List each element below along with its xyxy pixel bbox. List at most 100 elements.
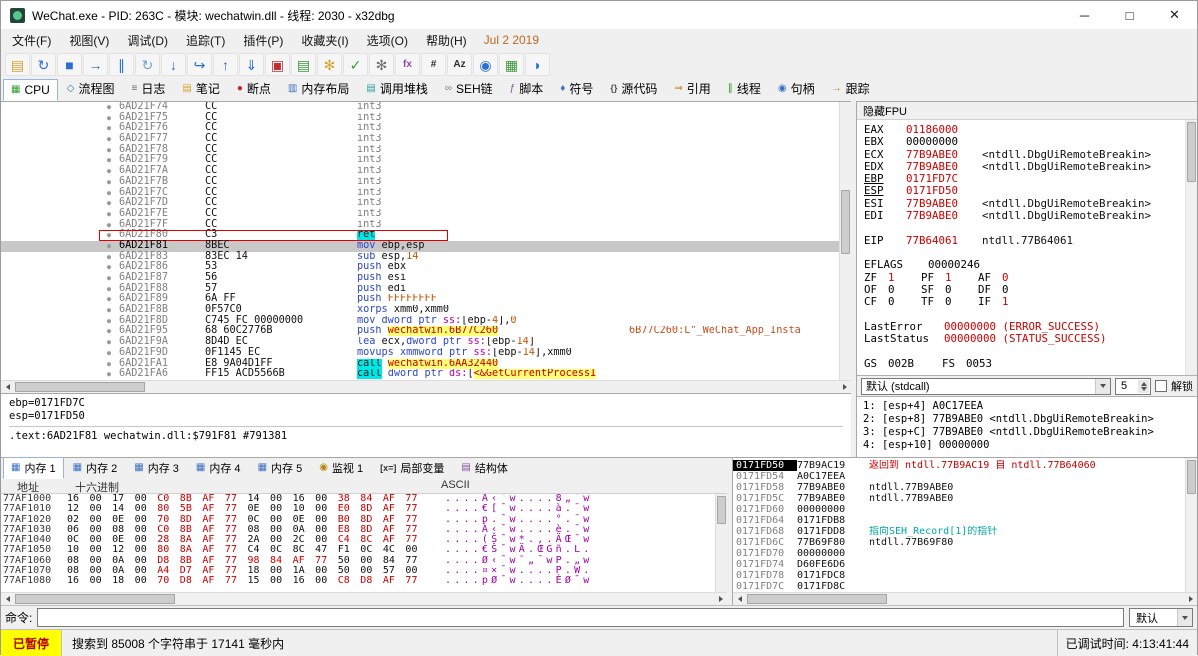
eflags-row[interactable]: EFLAGS00000246 xyxy=(864,259,1181,271)
tab-breakpoints[interactable]: ●断点 xyxy=(229,76,279,101)
scroll-right-icon[interactable] xyxy=(1184,593,1197,605)
dump-hscroll-thumb[interactable] xyxy=(15,594,175,604)
spinner-arrows-icon[interactable] xyxy=(1138,380,1149,393)
menu-item[interactable]: 帮助(H) xyxy=(417,29,476,52)
flags-row[interactable]: CF0TF0IF1 xyxy=(864,296,1181,308)
tab-threads[interactable]: ∥线程 xyxy=(720,76,769,101)
menu-item[interactable]: 选项(O) xyxy=(358,29,417,52)
disasm-row[interactable]: ●6AD21F7BCCint3 xyxy=(1,177,851,188)
tab-memory2[interactable]: ▦内存 2 xyxy=(65,457,126,479)
register-row[interactable]: EDI77B9ABE0<ntdll.DbgUiRemoteBreakin> xyxy=(864,210,1181,222)
registers-vscroll-thumb[interactable] xyxy=(1187,122,1196,182)
menu-item[interactable]: 收藏夹(I) xyxy=(292,29,357,52)
dump-row[interactable]: 77AF108016 00 18 00 70 D8 AF 77 15 00 16… xyxy=(1,576,727,586)
stack-row[interactable]: 0171FD5877B9ABE0ntdll.77B9ABE0 xyxy=(733,482,1197,493)
last-status-row[interactable]: LastStatus00000000 (STATUS_SUCCESS) xyxy=(864,333,1181,345)
argument-row[interactable]: 4: [esp+10] 00000000 xyxy=(863,439,1191,452)
restart-button[interactable]: ↻ xyxy=(31,53,56,76)
tab-memory-map[interactable]: ▥内存布局 xyxy=(280,76,357,101)
tab-memory5[interactable]: ▦内存 5 xyxy=(250,457,311,479)
run-to-user-button[interactable]: ⇓ xyxy=(239,53,264,76)
tab-notes[interactable]: ▤笔记 xyxy=(174,76,227,101)
tab-symbols[interactable]: ♦符号 xyxy=(552,76,601,101)
menu-item[interactable]: 插件(P) xyxy=(234,29,292,52)
comments-button[interactable]: ▤ xyxy=(291,53,316,76)
close-button[interactable]: ✕ xyxy=(1152,1,1197,29)
register-row-eip[interactable]: EIP77B64061ntdll.77B64061 xyxy=(864,235,1181,247)
tab-memory3[interactable]: ▦内存 3 xyxy=(126,457,187,479)
stack-hscroll-thumb[interactable] xyxy=(747,594,887,604)
argument-row[interactable]: 2: [esp+8] 77B9ABE0 <ntdll.DbgUiRemoteBr… xyxy=(863,413,1191,426)
stack-row[interactable]: 0171FD74D60FE6D6 xyxy=(733,559,1197,570)
stack-row[interactable]: 0171FD7C0171FD8C xyxy=(733,581,1197,592)
tab-locals[interactable]: [x=]局部变量 xyxy=(372,457,452,479)
animate-button[interactable]: ↻ xyxy=(135,53,160,76)
stack-row[interactable]: 0171FD7000000000 xyxy=(733,548,1197,559)
step-over-button[interactable]: ↪ xyxy=(187,53,212,76)
hash-button[interactable]: # xyxy=(421,53,446,76)
scroll-left-icon[interactable] xyxy=(1,593,14,605)
menu-item[interactable]: 调试(D) xyxy=(118,29,177,52)
stack-row[interactable]: 0171FD5077B9AC19返回到 ntdll.77B9AC19 自 ntd… xyxy=(733,460,1197,471)
dump-vscrollbar[interactable] xyxy=(715,494,727,592)
open-file-button[interactable]: ▤ xyxy=(5,53,30,76)
dump-vscroll-thumb[interactable] xyxy=(717,496,726,524)
command-input[interactable] xyxy=(37,608,1124,627)
hide-fpu-button[interactable]: 隐藏FPU xyxy=(857,102,1197,120)
stop-button[interactable]: ■ xyxy=(57,53,82,76)
disasm-row[interactable]: ●6AD21FA6FF15 ACD5566Bcall dword ptr ds:… xyxy=(1,369,851,380)
stack-row[interactable]: 0171FD54A0C17EEA xyxy=(733,471,1197,482)
disasm-row[interactable]: ●6AD21F9D0F1145 ECmovups xmmword ptr ss:… xyxy=(1,348,851,359)
disasm-hscroll-thumb[interactable] xyxy=(15,382,145,392)
handles-button[interactable]: ◗ xyxy=(525,53,550,76)
tab-graph[interactable]: ◇流程图 xyxy=(59,76,123,101)
chevron-down-icon[interactable] xyxy=(1095,379,1110,394)
case-button[interactable]: Az xyxy=(447,53,472,76)
menu-item[interactable]: 文件(F) xyxy=(3,29,60,52)
stack-vscrollbar[interactable] xyxy=(1185,458,1197,592)
maximize-button[interactable]: □ xyxy=(1107,1,1152,29)
dump-hscrollbar[interactable] xyxy=(1,592,727,605)
arg-count-spinner[interactable]: 5 xyxy=(1115,378,1151,395)
argument-row[interactable]: 1: [esp+4] A0C17EEA xyxy=(863,400,1191,413)
segment-registers-row[interactable]: GS002BFS0053 xyxy=(864,358,1181,370)
scroll-right-icon[interactable] xyxy=(714,593,727,605)
settings-button[interactable]: ✻ xyxy=(369,53,394,76)
menu-item[interactable]: 视图(V) xyxy=(60,29,118,52)
stack-row[interactable]: 0171FD780171FDC8 xyxy=(733,570,1197,581)
tab-log[interactable]: ≡日志 xyxy=(124,76,174,101)
tab-handles-tab[interactable]: ◉句柄 xyxy=(770,76,823,101)
argument-row[interactable]: 3: [esp+C] 77B9ABE0 <ntdll.DbgUiRemoteBr… xyxy=(863,426,1191,439)
chevron-down-icon[interactable] xyxy=(1177,609,1192,626)
assemble-button[interactable]: fx xyxy=(395,53,420,76)
stack-row[interactable]: 0171FD5C77B9ABE0ntdll.77B9ABE0 xyxy=(733,493,1197,504)
tab-seh-chain[interactable]: ∞SEH链 xyxy=(437,76,501,101)
stack-hscrollbar[interactable] xyxy=(733,592,1197,605)
command-profile-select[interactable]: 默认 xyxy=(1129,608,1193,627)
run-button[interactable]: → xyxy=(83,53,108,76)
pause-button[interactable]: ∥ xyxy=(109,53,134,76)
watch-eye-button[interactable]: ◉ xyxy=(473,53,498,76)
disasm-vscroll-thumb[interactable] xyxy=(841,190,850,254)
title-bar[interactable]: WeChat.exe - PID: 263C - 模块: wechatwin.d… xyxy=(1,1,1197,29)
step-out-button[interactable]: ↑ xyxy=(213,53,238,76)
tab-memory4[interactable]: ▦内存 4 xyxy=(188,457,249,479)
stack-row[interactable]: 0171FD6000000000 xyxy=(733,504,1197,515)
favourites-button[interactable]: ✻ xyxy=(317,53,342,76)
tab-references[interactable]: ⇒引用 xyxy=(666,76,718,101)
minimize-button[interactable]: ─ xyxy=(1062,1,1107,29)
flags-row[interactable]: OF0SF0DF0 xyxy=(864,284,1181,296)
stack-row[interactable]: 0171FD6C77B69F80ntdll.77B69F80 xyxy=(733,537,1197,548)
stack-row[interactable]: 0171FD640171FDB8 xyxy=(733,515,1197,526)
scroll-left-icon[interactable] xyxy=(1,381,14,393)
tab-struct[interactable]: ▤结构体 xyxy=(453,457,515,479)
menu-item[interactable]: 追踪(T) xyxy=(177,29,234,52)
chip-button[interactable]: ▦ xyxy=(499,53,524,76)
unlock-checkbox[interactable] xyxy=(1155,380,1167,392)
patches-button[interactable]: ▣ xyxy=(265,53,290,76)
registers-vscrollbar[interactable] xyxy=(1185,120,1197,375)
check-button[interactable]: ✓ xyxy=(343,53,368,76)
tab-trace[interactable]: →跟踪 xyxy=(824,76,878,101)
disasm-hscrollbar[interactable] xyxy=(1,380,851,393)
scroll-right-icon[interactable] xyxy=(838,381,851,393)
